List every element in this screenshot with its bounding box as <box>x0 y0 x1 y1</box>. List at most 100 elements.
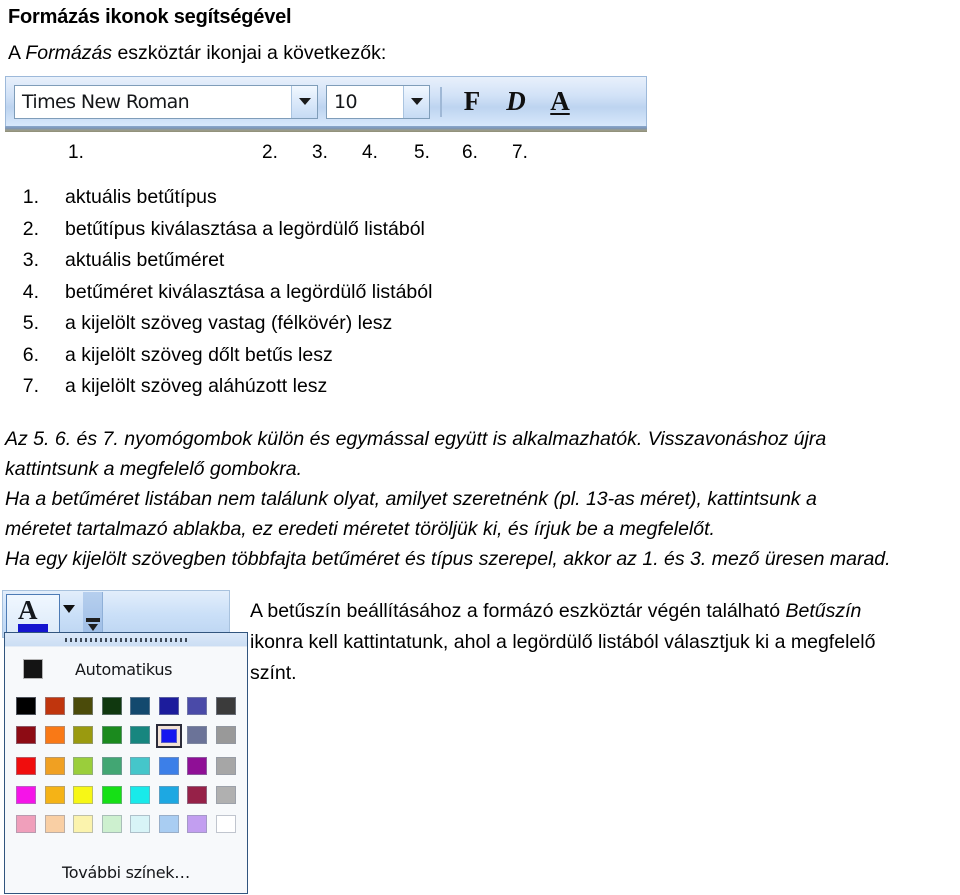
color-swatch-cell[interactable] <box>127 755 153 777</box>
color-swatch-cell[interactable] <box>42 695 68 717</box>
legend-list: 1. aktuális betűtípus 2. betűtípus kiválasz… <box>0 186 700 407</box>
color-swatch-cell[interactable] <box>213 813 239 835</box>
font-color-description-line-2: ikonra kell kattintatunk, ahol a legördü… <box>250 631 876 653</box>
intro-emphasis: Formázás <box>25 42 113 64</box>
color-swatch-cell[interactable] <box>99 755 125 777</box>
color-swatch-cell[interactable] <box>184 755 210 777</box>
color-swatch-cell[interactable] <box>127 724 153 746</box>
font-name-dropdown-button[interactable] <box>291 85 317 118</box>
color-swatch-cell[interactable] <box>99 724 125 746</box>
color-swatch <box>215 697 236 715</box>
color-swatch-cell[interactable] <box>184 813 210 835</box>
color-swatch-cell[interactable] <box>42 784 68 806</box>
color-swatch-cell[interactable] <box>184 784 210 806</box>
color-swatch-cell[interactable] <box>127 695 153 717</box>
color-swatch <box>130 697 151 715</box>
color-swatch-cell[interactable] <box>70 813 96 835</box>
color-swatch <box>187 815 208 833</box>
color-swatch-cell[interactable] <box>127 813 153 835</box>
color-swatch-cell[interactable] <box>156 695 182 717</box>
palette-drag-grip[interactable] <box>5 633 247 647</box>
callout-number-row: 1. 2. 3. 4. 5. 6. 7. <box>0 142 660 170</box>
color-swatch <box>16 697 37 715</box>
color-swatch-cell[interactable] <box>13 784 39 806</box>
color-swatch <box>158 757 179 775</box>
color-swatch-cell[interactable] <box>99 813 125 835</box>
font-name-value: Times New Roman <box>22 90 190 113</box>
color-swatch-cell[interactable] <box>70 755 96 777</box>
color-swatch <box>44 786 65 804</box>
list-item-label: aktuális betűméret <box>65 249 225 271</box>
list-item: 7. a kijelölt szöveg aláhúzott lesz <box>0 375 700 407</box>
color-swatch <box>160 729 177 743</box>
font-name-combobox[interactable]: Times New Roman <box>14 84 318 119</box>
chevron-down-icon[interactable] <box>63 605 75 613</box>
list-item: 2. betűtípus kiválasztása a legördülő lis… <box>0 218 700 250</box>
color-swatch-cell[interactable] <box>213 784 239 806</box>
list-item-number: 7. <box>22 375 39 397</box>
color-swatch-cell[interactable] <box>99 784 125 806</box>
page-title: Formázás ikonok segítségével <box>8 6 292 28</box>
font-color-dropdown-screenshot: A Automatikus További színek… <box>2 590 248 895</box>
font-color-button[interactable]: A <box>6 594 60 636</box>
color-swatch <box>130 815 151 833</box>
color-swatch-cell[interactable] <box>13 755 39 777</box>
color-swatch-cell[interactable] <box>213 695 239 717</box>
color-swatch-cell[interactable] <box>213 755 239 777</box>
italic-button[interactable]: D <box>494 83 538 121</box>
color-swatch-cell[interactable] <box>156 784 182 806</box>
desc-emphasis: Betűszín <box>785 600 862 622</box>
color-swatch-cell[interactable] <box>42 724 68 746</box>
intro-suffix: eszköztár ikonjai a következők: <box>112 42 387 64</box>
color-swatch-cell[interactable] <box>70 724 96 746</box>
automatic-color-item[interactable]: Automatikus <box>5 647 247 691</box>
font-size-dropdown-button[interactable] <box>403 85 429 118</box>
more-colors-button[interactable]: További színek… <box>5 851 247 893</box>
notes-line-1: Az 5. 6. és 7. nyomógombok külön és egym… <box>5 428 827 450</box>
color-swatch <box>130 757 151 775</box>
color-swatch-cell[interactable] <box>184 695 210 717</box>
intro-line: A Formázás eszköztár ikonjai a következő… <box>8 42 386 65</box>
list-item-number: 6. <box>22 343 39 366</box>
underline-button[interactable]: A <box>538 83 582 121</box>
list-item-number: 1. <box>22 186 39 208</box>
color-swatch <box>101 815 122 833</box>
list-item: 1. aktuális betűtípus <box>0 186 700 218</box>
color-swatch-cell[interactable] <box>13 724 39 746</box>
color-swatch-cell[interactable] <box>156 813 182 835</box>
color-swatch <box>158 815 179 833</box>
color-swatch <box>44 757 65 775</box>
color-swatch-cell[interactable] <box>184 724 210 746</box>
color-swatch-cell[interactable] <box>13 813 39 835</box>
color-swatch-cell[interactable] <box>13 695 39 717</box>
font-color-toolstrip: A <box>2 590 230 638</box>
color-swatch <box>158 697 179 715</box>
intro-prefix: A <box>8 42 26 64</box>
automatic-color-swatch <box>23 659 43 679</box>
list-item-number: 2. <box>22 217 39 240</box>
list-item-label: betűtípus kiválasztása a legördülő listá… <box>65 217 425 240</box>
callout-number-3: 3. <box>312 142 328 163</box>
bold-button[interactable]: F <box>450 83 494 121</box>
color-swatch-cell[interactable] <box>70 695 96 717</box>
color-swatch-cell[interactable] <box>99 695 125 717</box>
notes-line-2: kattintsunk a megfelelő gombokra. <box>5 458 302 480</box>
font-size-combobox[interactable]: 10 <box>326 84 430 119</box>
list-item-label: a kijelölt szöveg aláhúzott lesz <box>65 375 328 397</box>
color-swatch-cell[interactable] <box>156 755 182 777</box>
color-swatch-cell[interactable] <box>42 813 68 835</box>
list-item: 6. a kijelölt szöveg dőlt betűs lesz <box>0 344 700 376</box>
color-swatch <box>44 697 65 715</box>
color-swatch <box>73 786 94 804</box>
formatting-toolbar-screenshot: Times New Roman 10 F D A <box>5 76 647 132</box>
formatting-toolbar: Times New Roman 10 F D A <box>5 76 647 132</box>
color-swatch <box>158 786 179 804</box>
color-swatch-cell[interactable] <box>155 724 182 748</box>
color-swatch-cell[interactable] <box>42 755 68 777</box>
chevron-down-icon <box>298 98 311 105</box>
color-swatch-cell[interactable] <box>213 724 239 746</box>
callout-number-7: 7. <box>512 142 528 163</box>
color-swatch <box>73 697 94 715</box>
color-swatch-cell[interactable] <box>127 784 153 806</box>
color-swatch-cell[interactable] <box>70 784 96 806</box>
